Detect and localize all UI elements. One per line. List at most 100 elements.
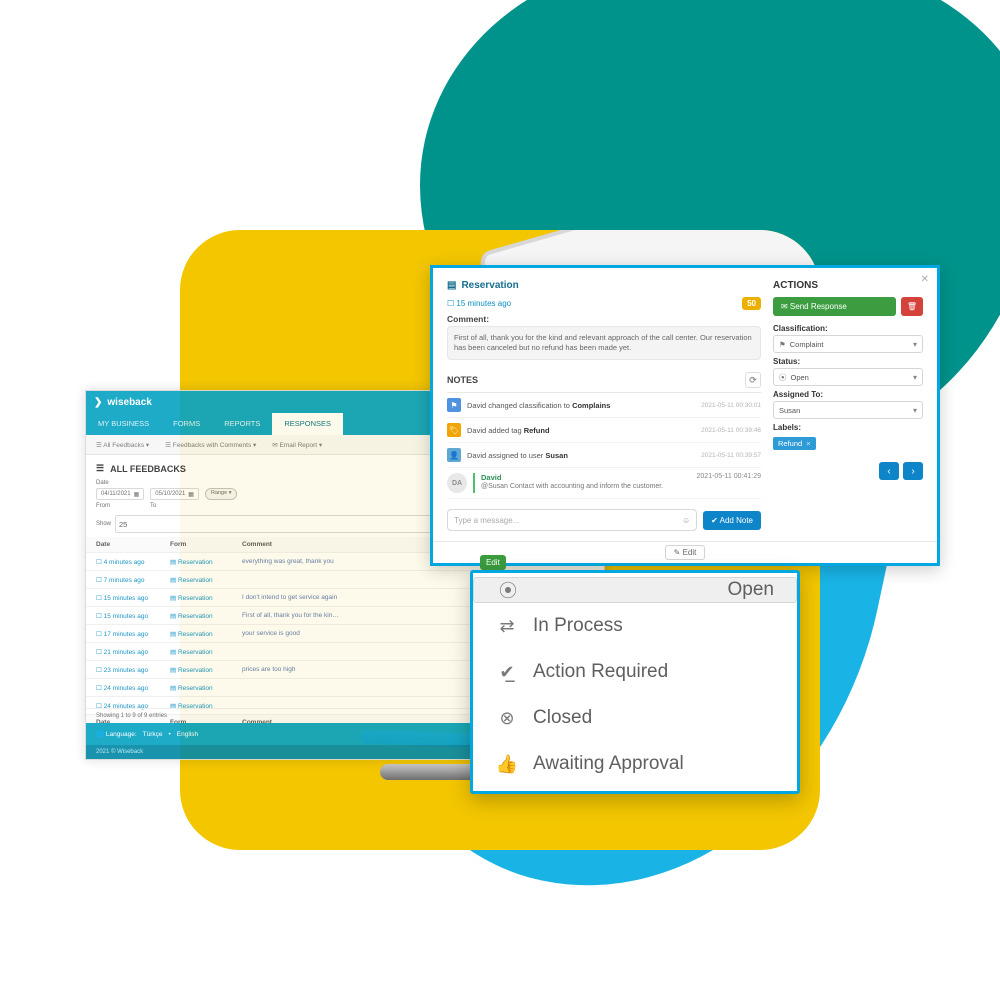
calendar-icon: ▦ [134,491,140,498]
note-message: @Susan Contact with accounting and infor… [481,483,663,490]
nav-my-business[interactable]: MY BUSINESS [86,413,161,435]
tag-icon: 🏷 [447,423,461,437]
subnav-email-report[interactable]: ✉ Email Report ▾ [272,441,322,449]
row-form: ▤ Reservation [170,684,238,692]
emoji-icon[interactable]: ☺ [682,516,690,525]
row-comment: your service is good [242,630,500,637]
actions-title: ACTIONS [773,280,923,291]
note-timestamp: 2021-05-11 00:41:29 [697,473,761,480]
date-from-input[interactable]: 04/11/2021▦ [96,488,144,500]
feedback-detail-modal: ✕ ▤ Reservation ☐ 15 minutes ago 50 Comm… [430,265,940,566]
status-label: Awaiting Approval [533,753,684,775]
row-date: ☐ 4 minutes ago [96,558,166,566]
from-label: From [96,503,110,509]
delete-button[interactable]: 🗑 [901,297,923,316]
status-label: Status: [773,357,923,366]
list-icon: ☰ [96,463,104,474]
status-icon: ⇄ [495,616,519,637]
row-comment: First of all, thank you for the kin… [242,612,500,619]
note-comment: DA David @Susan Contact with accounting … [447,468,761,499]
nav-forms[interactable]: FORMS [161,413,212,435]
note-timestamp: 2021-05-11 00:39:46 [701,427,761,434]
send-response-button[interactable]: ✉ Send Response [773,297,896,316]
time-ago[interactable]: ☐ 15 minutes ago [447,299,511,308]
status-option-open[interactable]: ⦿ Open [473,577,797,603]
close-icon[interactable]: ✕ [921,274,929,285]
status-icon: 👍 [495,754,519,775]
row-form: ▤ Reservation [170,576,238,584]
date-to-input[interactable]: 05/10/2021▦ [150,488,199,500]
row-form: ▤ Reservation [170,648,238,656]
row-date: ☐ 23 minutes ago [96,666,166,674]
row-form: ▤ Reservation [170,666,238,674]
row-comment: prices are too high [242,666,500,673]
status-option-in-process[interactable]: ⇄ In Process [473,603,797,649]
note-item: ⚑ David changed classification to Compla… [447,393,761,418]
status-select[interactable]: ⦿Open▾ [773,368,923,386]
classification-select[interactable]: ⚑Complaint▾ [773,335,923,353]
label-chip[interactable]: Refund× [773,437,816,450]
lang-turkish[interactable]: Türkçe [143,731,163,738]
row-date: ☐ 15 minutes ago [96,612,166,620]
labels-label: Labels: [773,423,923,432]
edit-tag: Edit [480,555,506,570]
user-icon: 👤 [447,448,461,462]
to-label: To [150,503,156,509]
row-date: ☐ 24 minutes ago [96,684,166,692]
flag-icon: ⚑ [447,398,461,412]
comment-text: First of all, thank you for the kind and… [447,326,761,360]
range-button[interactable]: Range ▾ [205,488,238,500]
nav-responses[interactable]: RESPONSES [272,413,343,435]
row-date: ☐ 7 minutes ago [96,576,166,584]
remove-chip-icon[interactable]: × [806,439,810,448]
avatar: DA [447,473,467,493]
edit-button[interactable]: ✎ Edit [665,545,706,560]
note-item: 🏷 David added tag Refund 2021-05-11 00:3… [447,418,761,443]
note-text: David assigned to user Susan [467,451,695,460]
row-date: ☐ 15 minutes ago [96,594,166,602]
row-date: ☐ 17 minutes ago [96,630,166,638]
note-timestamp: 2021-05-11 00:30:01 [701,402,761,409]
lang-english[interactable]: English [177,731,198,738]
row-form: ▤ Reservation [170,630,238,638]
status-icon: ✔̲ [495,662,519,683]
note-timestamp: 2021-05-11 00:39:57 [701,452,761,459]
note-item: 👤 David assigned to user Susan 2021-05-1… [447,443,761,468]
globe-icon: 🌐 Language: [96,730,137,738]
subnav-all-feedbacks[interactable]: ☰ All Feedbacks ▾ [96,441,149,449]
assigned-to-select[interactable]: Susan▾ [773,401,923,419]
comment-label: Comment: [447,314,761,324]
refresh-icon[interactable]: ⟳ [745,372,761,388]
note-text: David changed classification to Complain… [467,401,695,410]
assigned-to-label: Assigned To: [773,390,923,399]
date-label: Date [96,480,237,486]
notes-title: NOTES [447,375,478,385]
target-icon: ⦿ [779,373,787,382]
status-option-awaiting-approval[interactable]: 👍 Awaiting Approval [473,741,797,787]
status-option-closed[interactable]: ⊗ Closed [473,695,797,741]
note-text: David added tag Refund [467,426,695,435]
row-form: ▤ Reservation [170,612,238,620]
status-label: Open [728,579,774,601]
status-icon: ⦿ [496,577,520,603]
row-date: ☐ 21 minutes ago [96,648,166,656]
flag-icon: ⚑ [779,340,786,349]
status-icon: ⊗ [495,708,519,729]
nav-reports[interactable]: REPORTS [212,413,272,435]
next-button[interactable]: › [903,462,923,480]
add-note-button[interactable]: ✔ Add Note [703,511,761,530]
status-label: In Process [533,615,623,637]
row-form: ▤ Reservation [170,594,238,602]
subnav-feedbacks-comments[interactable]: ☰ Feedbacks with Comments ▾ [165,441,256,449]
status-label: Closed [533,707,592,729]
actions-panel: ACTIONS ✉ Send Response 🗑 Classification… [773,280,923,531]
trash-icon: 🗑 [907,302,917,311]
form-icon: ▤ [447,280,456,291]
row-comment: I don't intend to get service again [242,594,500,601]
prev-button[interactable]: ‹ [879,462,899,480]
status-dropdown: ⦿ Open ⇄ In Process ✔̲Action Required ⊗ Closed… [470,570,800,794]
status-option-action-required[interactable]: ✔̲Action Required [473,649,797,695]
note-input[interactable]: Type a message... ☺ [447,509,697,531]
modal-title: ▤ Reservation [447,280,761,291]
score-badge: 50 [742,297,761,310]
